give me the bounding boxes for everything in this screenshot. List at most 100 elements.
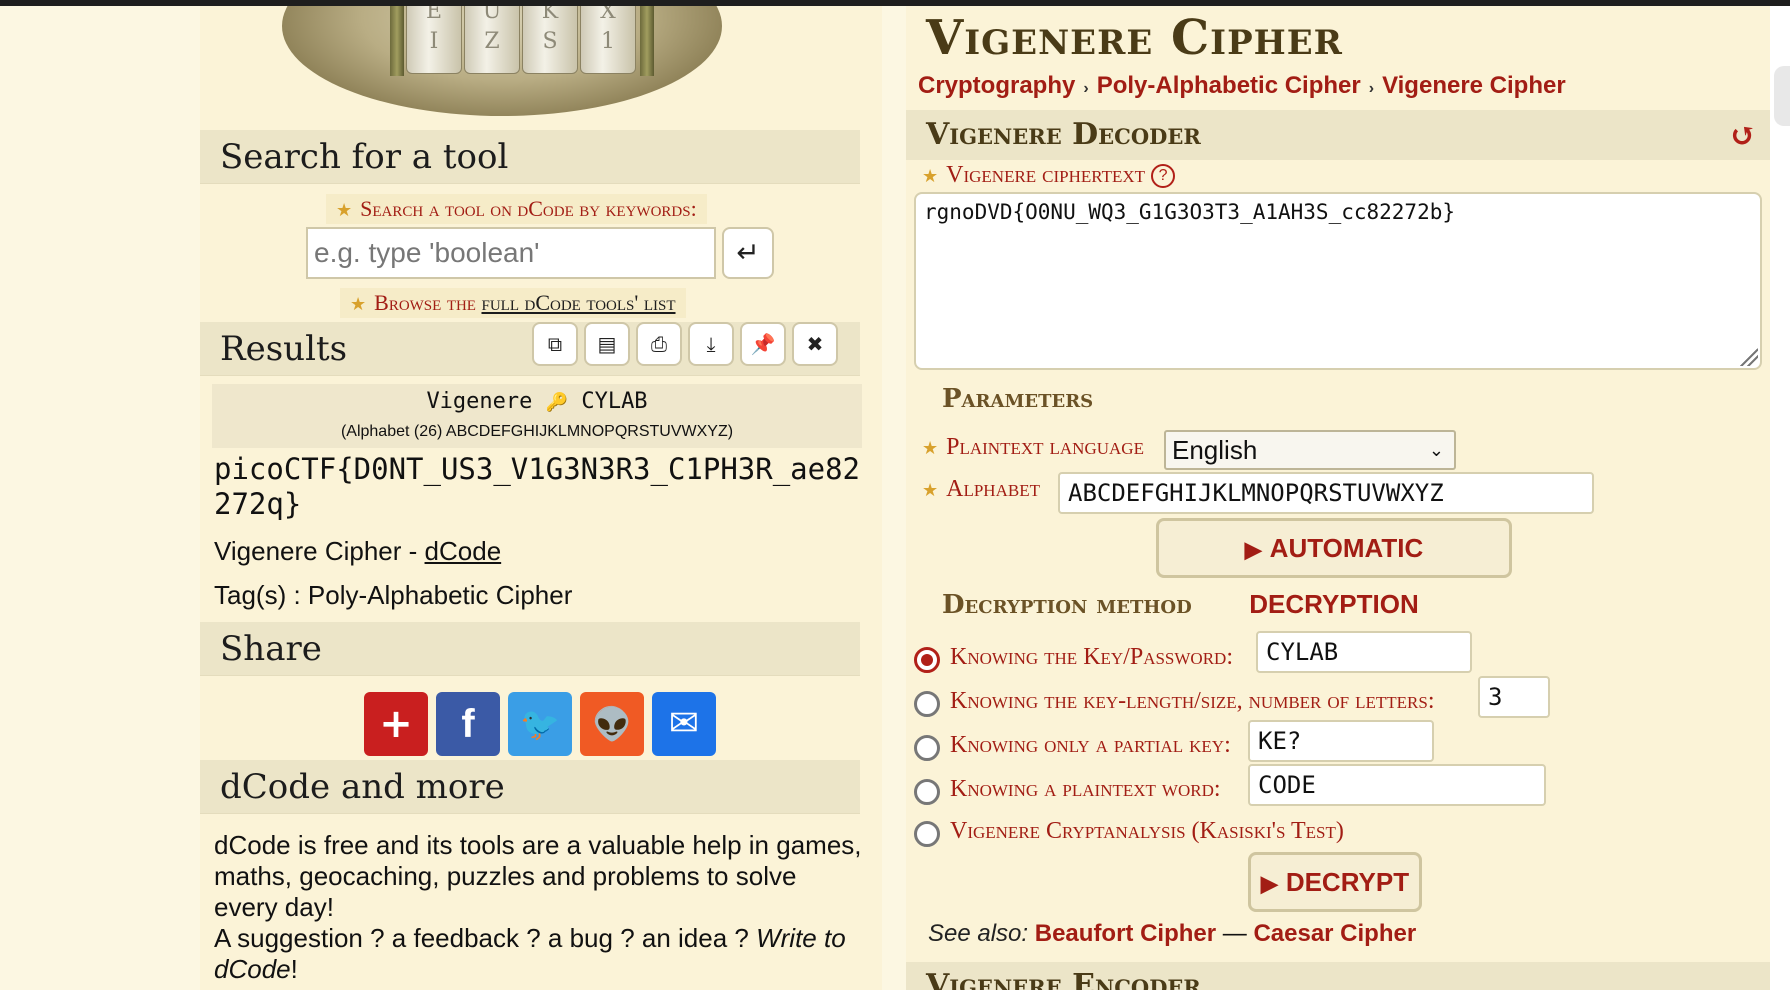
reddit-button[interactable]: 👽 [580,692,644,756]
close-button[interactable]: ✖ [792,322,838,366]
download-icon: ⤓ [706,332,716,356]
automatic-decryption-label: AUTOMATIC DECRYPTION [1249,533,1424,619]
method-partial-key-label: Knowing only a partial key: [950,732,1231,758]
breadcrumb-cryptography[interactable]: Cryptography [918,72,1075,99]
alphabet-label-text: Alphabet [946,476,1040,502]
result-key: CYLAB [581,389,648,414]
see-also: See also: Beaufort Cipher — Caesar Ciphe… [928,920,1416,948]
language-select[interactable]: English ⌄ [1164,430,1456,470]
star-icon: ★ [922,166,939,186]
copy-button[interactable]: ⧉ [532,322,578,366]
page-margin-left [0,6,200,990]
feedback-line: A suggestion ? a feedback ? a bug ? an i… [214,923,864,985]
encoder-heading: Vigenere Encoder [906,962,1770,990]
radio-plaintext-word[interactable] [914,779,940,805]
save-icon: ▤ [597,332,617,356]
cryptex-logo-image: EI UZ KS X1 [262,6,742,130]
plaintext-word-value: CODE [1258,771,1316,799]
key-icon: 🔑 [545,392,569,413]
help-icon[interactable]: ? [1151,164,1176,188]
share-heading: Share [200,622,860,676]
see-also-label: See also: [928,920,1029,947]
key-length-input[interactable]: 3 [1478,676,1550,718]
decryption-method-heading: Decryption method [942,590,1192,620]
search-input[interactable]: e.g. type 'boolean' [306,227,716,279]
ciphertext-label-text: Vigenere ciphertext [946,162,1146,188]
see-also-separator: — [1222,920,1247,947]
search-submit-button[interactable]: ↵ [722,227,774,279]
feedback-text: A suggestion ? a feedback ? a bug ? an i… [214,923,757,953]
window-scrollbar[interactable] [1770,6,1790,990]
result-method: Vigenere [426,389,533,414]
star-icon: ★ [922,438,939,458]
reset-icon[interactable]: ↺ [1729,110,1756,160]
twitter-icon: 🐦 [520,705,560,743]
column-gutter [882,6,906,990]
radio-key-length[interactable] [914,691,940,717]
more-text: dCode is free and its tools are a valuab… [214,830,864,985]
browse-tools-link[interactable]: full dCode tools' list [481,290,675,315]
scroll-thumb[interactable] [1774,66,1790,126]
enter-icon: ↵ [736,236,760,269]
radio-kasiski[interactable] [914,821,940,847]
partial-key-input[interactable]: KE? [1248,720,1434,762]
ciphertext-value: rgnoDVD{O0NU_WQ3_G1G3O3T3_A1AH3S_cc82272… [924,200,1456,224]
key-length-value: 3 [1488,683,1503,711]
right-column: Vigenere Cipher Cryptography › Poly-Alphab… [906,6,1770,990]
automatic-decryption-button[interactable]: ▶ AUTOMATIC DECRYPTION [1156,518,1512,619]
language-label-text: Plaintext language [946,434,1144,460]
pin-button[interactable]: 📌 [740,322,786,366]
play-icon: ▶ [1260,871,1278,896]
resize-grip-icon[interactable] [1738,346,1758,366]
page-title: Vigenere Cipher [926,10,1343,66]
radio-key-password[interactable] [914,647,940,673]
search-label: ★ Search a tool on dCode by keywords: [326,194,707,224]
partial-key-value: KE? [1258,727,1302,755]
method-plaintext-word-label: Knowing a plaintext word: [950,776,1221,802]
play-icon: ▶ [1244,537,1262,562]
facebook-button[interactable]: f [436,692,500,756]
more-heading: dCode and more [200,760,860,814]
email-icon: ✉ [668,703,700,744]
breadcrumb-vigenere[interactable]: Vigenere Cipher [1382,72,1566,99]
radio-partial-key[interactable] [914,735,940,761]
chevron-down-icon: ⌄ [1428,440,1444,460]
star-icon: ★ [922,480,939,500]
result-tags: Tag(s) : Poly-Alphabetic Cipher [214,580,573,610]
search-placeholder: e.g. type 'boolean' [314,237,540,268]
breadcrumb-poly-alphabetic[interactable]: Poly-Alphabetic Cipher [1097,72,1361,99]
ciphertext-textarea[interactable]: rgnoDVD{O0NU_WQ3_G1G3O3T3_A1AH3S_cc82272… [914,192,1762,370]
print-icon: ⎙ [651,332,667,356]
dcode-link[interactable]: dCode [425,536,502,566]
decrypt-button[interactable]: ▶ DECRYPT [1248,852,1422,912]
download-button[interactable]: ⤓ [688,322,734,366]
breadcrumb: Cryptography › Poly-Alphabetic Cipher › Vige… [918,68,1566,104]
language-label: ★ Plaintext language [922,434,1144,461]
search-label-text: Search a tool on dCode by keywords: [360,196,697,221]
results-heading: Results [220,329,348,369]
result-source-prefix: Vigenere Cipher - [214,536,425,566]
reddit-icon: 👽 [592,705,632,743]
save-button[interactable]: ▤ [584,322,630,366]
email-button[interactable]: ✉ [652,692,716,756]
method-key-label: Knowing the Key/Password: [950,644,1233,670]
parameters-heading: Parameters [942,384,1094,414]
add-this-button[interactable]: + [364,692,428,756]
left-column: EI UZ KS X1 Search for a tool ★ Search a … [200,6,882,990]
beaufort-cipher-link[interactable]: Beaufort Cipher [1035,920,1216,947]
share-buttons: + f 🐦 👽 ✉ [364,692,716,756]
key-input[interactable]: CYLAB [1256,631,1472,673]
print-button[interactable]: ⎙ [636,322,682,366]
copy-icon: ⧉ [547,332,563,356]
method-kasiski-label: Vigenere Cryptanalysis (Kasiski's Test) [950,818,1344,844]
browse-prefix: Browse the [374,290,476,315]
result-method-line: Vigenere 🔑 CYLAB [212,384,862,421]
decoder-heading: Vigenere Decoder [926,117,1201,152]
alphabet-input[interactable]: ABCDEFGHIJKLMNOPQRSTUVWXYZ [1058,472,1594,514]
decrypt-label: DECRYPT [1285,867,1410,897]
decoder-heading-bar: Vigenere Decoder ↺ [906,110,1770,160]
twitter-button[interactable]: 🐦 [508,692,572,756]
search-heading: Search for a tool [200,130,860,184]
plaintext-word-input[interactable]: CODE [1248,764,1546,806]
caesar-cipher-link[interactable]: Caesar Cipher [1253,920,1416,947]
